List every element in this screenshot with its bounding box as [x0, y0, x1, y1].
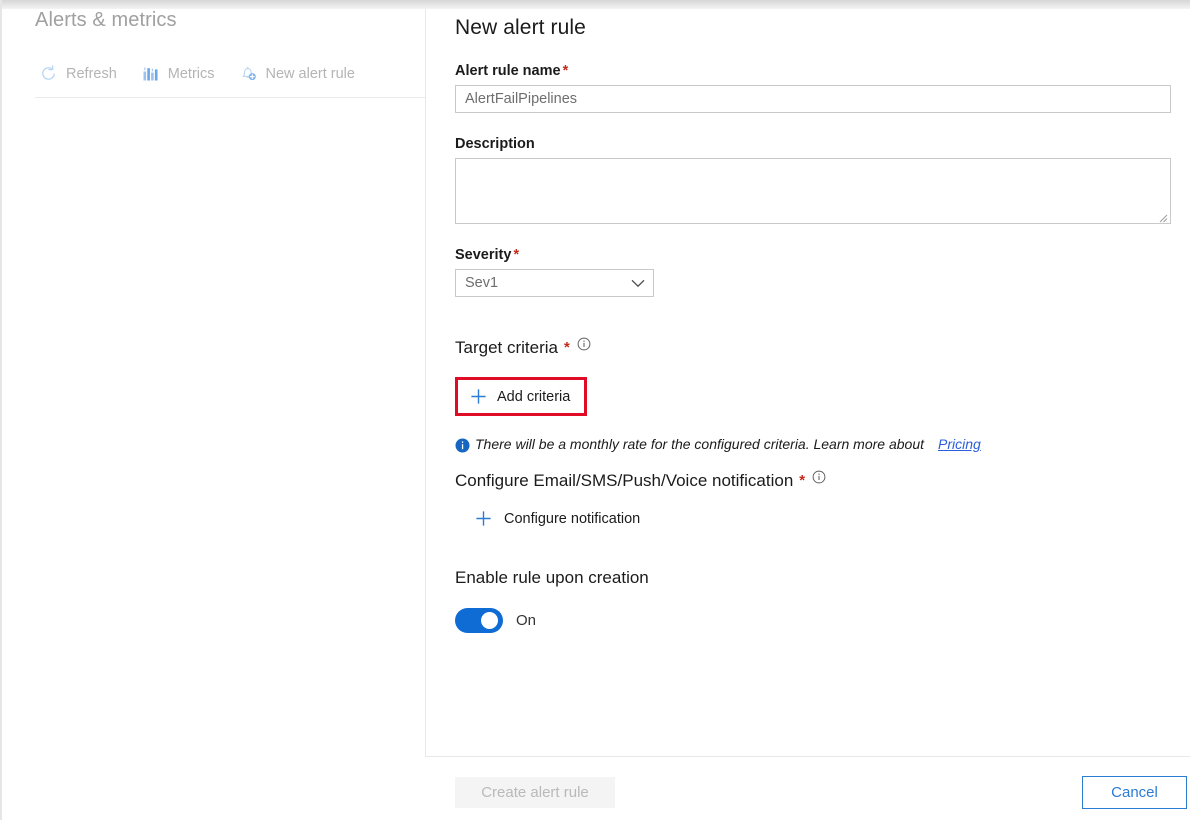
target-criteria-heading-text: Target criteria: [455, 337, 558, 359]
required-asterisk: *: [799, 470, 805, 492]
enable-rule-heading: Enable rule upon creation: [455, 567, 1171, 589]
cancel-button[interactable]: Cancel: [1082, 776, 1187, 809]
alert-rule-screen: Alerts & metrics Refresh: [0, 0, 1190, 820]
alert-rule-name-label: Alert rule name*: [455, 62, 1171, 80]
metrics-label: Metrics: [168, 66, 215, 82]
alerts-and-metrics-panel: Alerts & metrics Refresh: [2, 0, 425, 820]
pricing-notice: There will be a monthly rate for the con…: [455, 436, 1171, 452]
severity-select-value: Sev1: [455, 269, 654, 297]
blade-footer: Create alert rule Cancel: [426, 757, 1190, 820]
description-wrapper: [455, 158, 1171, 224]
notification-heading-text: Configure Email/SMS/Push/Voice notificat…: [455, 470, 793, 492]
enable-rule-heading-text: Enable rule upon creation: [455, 567, 649, 589]
new-alert-rule-blade: New alert rule Alert rule name* Descript…: [426, 9, 1190, 820]
pricing-notice-text: There will be a monthly rate for the con…: [475, 436, 924, 452]
enable-rule-toggle-state: On: [516, 612, 536, 629]
alert-rule-name-input[interactable]: [455, 85, 1171, 113]
refresh-button[interactable]: Refresh: [35, 62, 127, 85]
pricing-link[interactable]: Pricing: [938, 436, 981, 452]
enable-rule-toggle[interactable]: [455, 608, 503, 633]
left-panel-toolbar: Refresh Metrics: [35, 62, 375, 85]
alert-rule-name-label-text: Alert rule name: [455, 63, 561, 79]
refresh-label: Refresh: [66, 66, 117, 82]
plus-icon: [470, 388, 487, 405]
page-title: New alert rule: [455, 16, 586, 40]
required-asterisk: *: [563, 63, 569, 79]
info-outline-icon[interactable]: [812, 470, 826, 484]
enable-rule-row: On: [455, 608, 1171, 633]
refresh-icon: [39, 64, 58, 83]
description-label: Description: [455, 135, 1171, 153]
left-panel-title: Alerts & metrics: [35, 9, 177, 32]
severity-label: Severity*: [455, 246, 1171, 264]
alert-rule-form: Alert rule name* Description Severity*: [455, 62, 1171, 633]
metrics-button[interactable]: Metrics: [137, 62, 225, 85]
severity-select[interactable]: Sev1: [455, 269, 654, 297]
plus-icon: [475, 510, 492, 527]
info-filled-icon: [455, 438, 470, 453]
required-asterisk: *: [513, 247, 519, 263]
add-criteria-button[interactable]: Add criteria: [458, 380, 584, 413]
bell-plus-icon: [239, 64, 258, 83]
target-criteria-heading: Target criteria *: [455, 337, 1171, 359]
add-criteria-highlight-box: Add criteria: [455, 377, 587, 416]
new-alert-rule-button[interactable]: New alert rule: [235, 62, 365, 85]
window-top-strip: [2, 0, 1190, 9]
description-textarea[interactable]: [455, 158, 1171, 224]
create-alert-rule-button[interactable]: Create alert rule: [455, 777, 615, 808]
new-alert-rule-label: New alert rule: [266, 66, 355, 82]
required-asterisk: *: [564, 337, 570, 359]
metrics-bar-chart-icon: [141, 64, 160, 83]
configure-notification-label: Configure notification: [504, 511, 640, 527]
toggle-knob: [481, 612, 498, 629]
notification-heading: Configure Email/SMS/Push/Voice notificat…: [455, 470, 1171, 492]
info-outline-icon[interactable]: [577, 337, 591, 351]
severity-label-text: Severity: [455, 247, 511, 263]
add-criteria-label: Add criteria: [497, 389, 570, 405]
left-panel-divider: [35, 97, 425, 98]
configure-notification-button[interactable]: Configure notification: [461, 504, 650, 533]
chevron-down-icon: [631, 269, 645, 297]
